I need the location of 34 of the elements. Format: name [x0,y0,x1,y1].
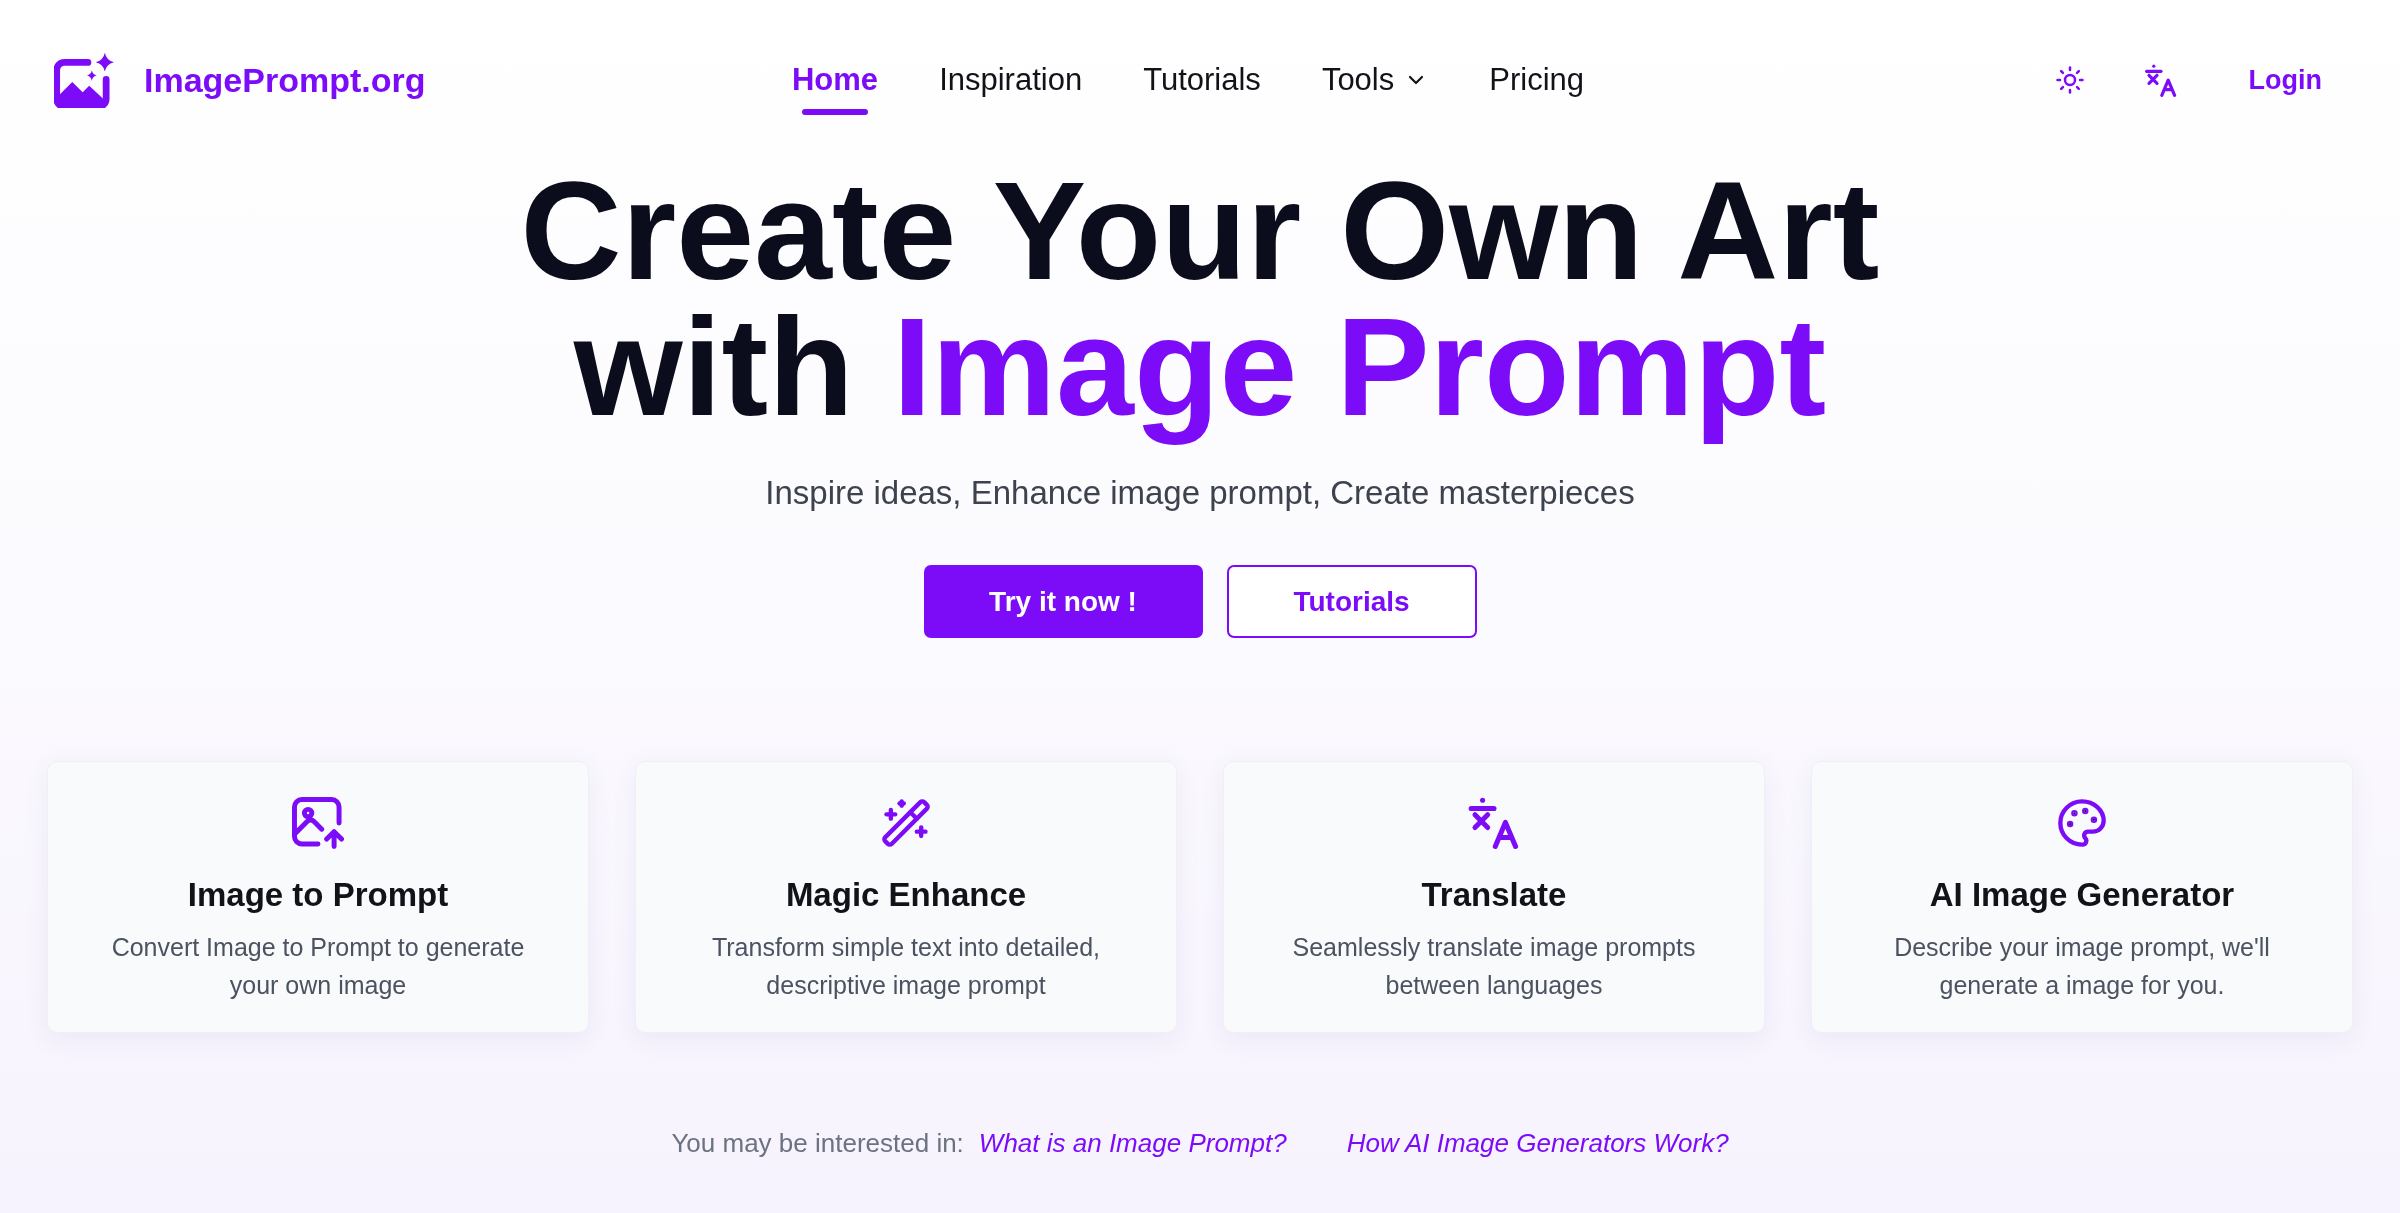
feature-card[interactable]: AI Image Generator Describe your image prompt, we'll generate a image for you. [1811,761,2353,1033]
tutorials-button[interactable]: Tutorials [1226,565,1477,638]
feature-description: Convert Image to Prompt to generate your own image [110,932,526,1001]
feature-description: Seamlessly translate image prompts between languages [1291,932,1697,1001]
try-it-now-button[interactable]: Try it now ! [923,565,1203,638]
feature-card[interactable]: Image to Prompt Convert Image to Prompt to generate your own image [47,761,589,1033]
sun-icon[interactable] [2054,65,2085,95]
nav-dropdown[interactable]: Tools [1321,60,1429,115]
translate-icon[interactable] [2144,63,2177,97]
feature-card[interactable]: Translate Seamlessly translate image prompts between languages [1223,761,1765,1033]
feature-description: Describe your image prompt, we'll generate a image for you. [1893,932,2271,1001]
logo-icon [54,52,114,108]
active-underline [802,109,869,115]
hero-subtitle: Inspire ideas, Enhance image prompt, Create masterpieces [765,473,1635,513]
image-upload-icon [292,797,344,849]
article-link[interactable]: What is an Image Prompt? [978,1125,1287,1161]
nav-link[interactable]: Home [792,60,879,115]
magic-wand-icon [880,797,932,849]
feature-card[interactable]: Magic Enhance Transform simple text into detailed, descriptive image prompt [635,761,1177,1033]
translate-icon [1468,797,1520,849]
article-link[interactable]: How AI Image Generators Work? [1346,1125,1729,1161]
nav-link[interactable]: Inspiration [939,60,1083,115]
interest-label: You may be interested in: [671,1127,964,1160]
logo-link[interactable]: ImagePrompt.org [54,52,426,108]
feature-title: Translate [1421,875,1567,915]
feature-description: Transform simple text into detailed, descriptive image prompt [710,932,1102,1001]
nav-link[interactable]: Pricing [1489,60,1584,115]
nav-link[interactable]: Tutorials [1143,60,1261,115]
feature-title: Magic Enhance [785,875,1027,915]
hero-title: Create Your Own Art with Image Prompt [520,163,1880,447]
palette-icon [2056,797,2108,849]
feature-title: AI Image Generator [1929,875,2235,915]
feature-title: Image to Prompt [187,875,449,915]
login-link[interactable]: Login [2248,62,2322,98]
